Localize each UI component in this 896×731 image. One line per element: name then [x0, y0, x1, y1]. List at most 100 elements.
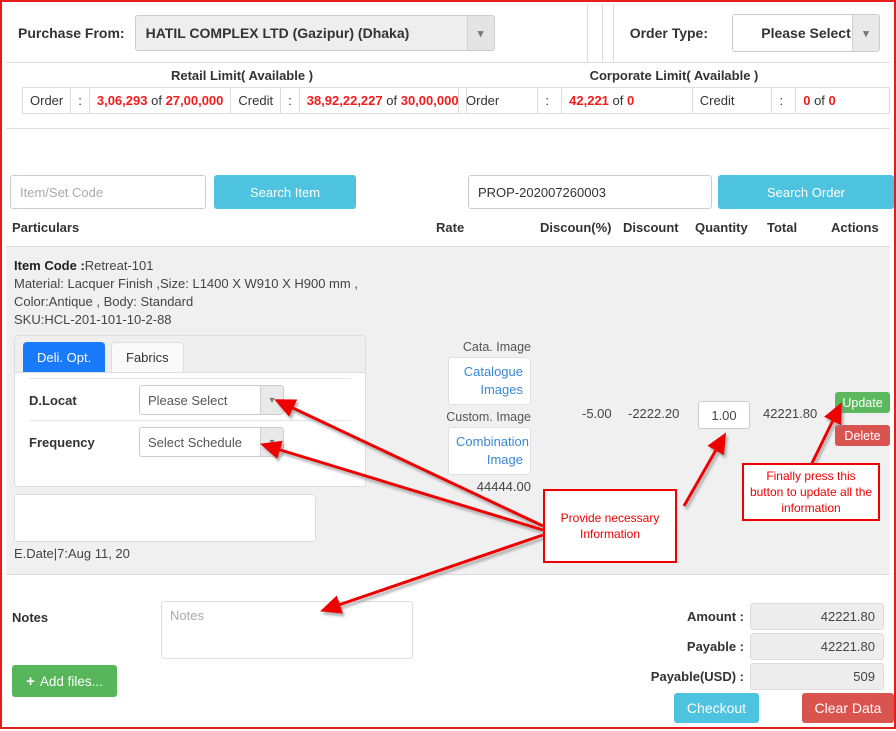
- item-discount-pct-value: -5.00: [582, 406, 612, 421]
- table-row: Order : 42,221 of 0 Credit : 0 of 0: [457, 87, 890, 114]
- item-total-value: 42221.80: [763, 406, 818, 421]
- vendor-header-bar: Purchase From: HATIL COMPLEX LTD (Gazipu…: [6, 4, 890, 63]
- order-type-label: Order Type:: [629, 25, 708, 41]
- corp-credit-total: 0: [828, 93, 836, 108]
- frequency-select[interactable]: Select Schedule ▾: [139, 427, 284, 457]
- search-order-button[interactable]: Search Order: [718, 175, 894, 209]
- col-total: Total: [767, 220, 798, 235]
- order-code-input[interactable]: [468, 175, 712, 209]
- item-color-line: Color:Antique , Body: Standard: [14, 294, 194, 309]
- corp-order-value: 42,221 of 0: [561, 87, 693, 114]
- col-discount-pct: Discoun(%): [540, 220, 612, 235]
- col-particulars: Particulars: [12, 220, 80, 235]
- retail-credit-label: Credit: [230, 87, 282, 114]
- retail-order-value: 3,06,293 of 27,00,000: [88, 87, 232, 114]
- payable-usd-value: 509: [750, 663, 884, 690]
- item-quantity-input[interactable]: [698, 401, 750, 429]
- payable-label: Payable :: [686, 639, 744, 654]
- item-description-block: Item Code :Retreat-101 Material: Lacquer…: [14, 257, 358, 329]
- retail-order-colon: :: [70, 87, 90, 114]
- tab-strip: Deli. Opt. Fabrics: [15, 336, 365, 373]
- clear-data-button[interactable]: Clear Data: [802, 693, 894, 723]
- col-actions: Actions: [831, 220, 879, 235]
- retail-limit-table: Order : 3,06,293 of 27,00,000 Credit : 3…: [21, 87, 467, 114]
- col-discount: Discount: [623, 220, 679, 235]
- of-word: of: [814, 93, 825, 108]
- corp-credit-colon: :: [771, 87, 797, 114]
- divider: [586, 4, 588, 62]
- retail-limit-title: Retail Limit( Available ): [170, 68, 314, 83]
- delete-button[interactable]: Delete: [835, 425, 890, 446]
- corporate-limit-title: Corporate Limit( Available ): [589, 68, 759, 83]
- amount-label: Amount :: [686, 609, 744, 624]
- retail-credit-total: 30,00,000: [400, 93, 459, 108]
- chevron-down-icon: ▾: [260, 386, 283, 414]
- total-row-amount: Amount : 42221.80: [687, 603, 884, 630]
- combination-image-button[interactable]: Combination Image: [448, 427, 531, 475]
- retail-credit-colon: :: [280, 87, 300, 114]
- dlocat-select[interactable]: Please Select ▾: [139, 385, 284, 415]
- retail-credit-used: 38,92,22,227: [306, 93, 383, 108]
- search-item-button[interactable]: Search Item: [214, 175, 356, 209]
- corp-credit-value: 0 of 0: [795, 87, 890, 114]
- corp-order-colon: :: [537, 87, 563, 114]
- item-sku-line: SKU:HCL-201-101-10-2-88: [14, 312, 172, 327]
- item-memo-textarea[interactable]: [14, 494, 316, 542]
- item-code-line: Item Code :Retreat-101: [14, 257, 358, 275]
- corp-order-total: 0: [627, 93, 635, 108]
- of-word: of: [386, 93, 398, 108]
- item-discount-value: -2222.20: [628, 406, 680, 421]
- catalogue-image-label: Cata. Image: [462, 340, 531, 354]
- item-code-label: Item Code :: [14, 258, 85, 273]
- col-quantity: Quantity: [695, 220, 748, 235]
- divider: [601, 4, 603, 62]
- tab-delivery-options[interactable]: Deli. Opt.: [23, 342, 106, 372]
- corporate-limit-table: Order : 42,221 of 0 Credit : 0 of 0: [457, 87, 890, 114]
- retail-order-total: 27,00,000: [165, 93, 224, 108]
- add-files-button[interactable]: + Add files...: [12, 665, 117, 697]
- purchase-order-page: Purchase From: HATIL COMPLEX LTD (Gazipu…: [0, 0, 896, 729]
- frequency-label: Frequency: [29, 434, 95, 450]
- plus-icon: +: [26, 672, 35, 690]
- annotation-provide-info-text: Provide necessary Information: [560, 511, 660, 541]
- item-row-panel: Item Code :Retreat-101 Material: Lacquer…: [6, 247, 890, 575]
- order-type-select[interactable]: Please Select ▾: [732, 14, 880, 52]
- tab-fabrics[interactable]: Fabrics: [111, 342, 184, 372]
- payable-value: 42221.80: [750, 633, 884, 660]
- chevron-down-icon: ▾: [260, 428, 283, 456]
- retail-order-label: Order: [21, 87, 72, 114]
- frequency-value: Select Schedule: [148, 434, 242, 450]
- amount-value: 42221.80: [750, 603, 884, 630]
- total-row-payable: Payable : 42221.80: [687, 633, 884, 660]
- item-code-value: Retreat-101: [84, 258, 154, 273]
- custom-image-label: Custom. Image: [446, 410, 531, 424]
- item-options-panel: Deli. Opt. Fabrics D.Locat Please Select…: [14, 335, 366, 487]
- of-word: of: [151, 93, 162, 108]
- corp-order-used: 42,221: [569, 93, 609, 108]
- annotation-press-update: Finally press this button to update all …: [742, 463, 880, 521]
- item-rate-value: 44444.00: [476, 479, 531, 494]
- item-material-line: Material: Lacquer Finish ,Size: L1400 X …: [14, 276, 358, 291]
- vendor-select-value: HATIL COMPLEX LTD (Gazipur) (Dhaka): [145, 25, 410, 41]
- corp-order-label: Order: [457, 87, 539, 114]
- dlocat-value: Please Select: [148, 392, 228, 408]
- chevron-down-icon: ▾: [852, 15, 879, 51]
- item-edate-label: E.Date|7:Aug 11, 20: [14, 546, 130, 561]
- catalogue-images-button[interactable]: Catalogue Images: [448, 357, 531, 405]
- total-row-payable-usd: Payable(USD) : 509: [651, 663, 884, 690]
- col-rate: Rate: [436, 220, 465, 235]
- field-row-dlocat: D.Locat Please Select ▾: [29, 378, 351, 421]
- notes-textarea[interactable]: [161, 601, 413, 659]
- divider: [612, 4, 614, 62]
- checkout-button[interactable]: Checkout: [674, 693, 759, 723]
- vendor-select[interactable]: HATIL COMPLEX LTD (Gazipur) (Dhaka) ▾: [134, 15, 495, 51]
- annotation-press-update-text: Finally press this button to update all …: [749, 469, 873, 515]
- table-row: Order : 3,06,293 of 27,00,000 Credit : 3…: [21, 87, 467, 114]
- item-code-input[interactable]: [10, 175, 206, 209]
- footer-section: Notes + Add files... Amount : 42221.80 P…: [6, 575, 894, 725]
- annotation-provide-info: Provide necessary Information: [543, 489, 677, 563]
- items-table-header: Particulars Rate Discoun(%) Discount Qua…: [6, 218, 890, 247]
- update-button[interactable]: Update: [835, 392, 890, 413]
- limits-section: Retail Limit( Available ) Order : 3,06,2…: [6, 62, 890, 129]
- of-word: of: [612, 93, 624, 108]
